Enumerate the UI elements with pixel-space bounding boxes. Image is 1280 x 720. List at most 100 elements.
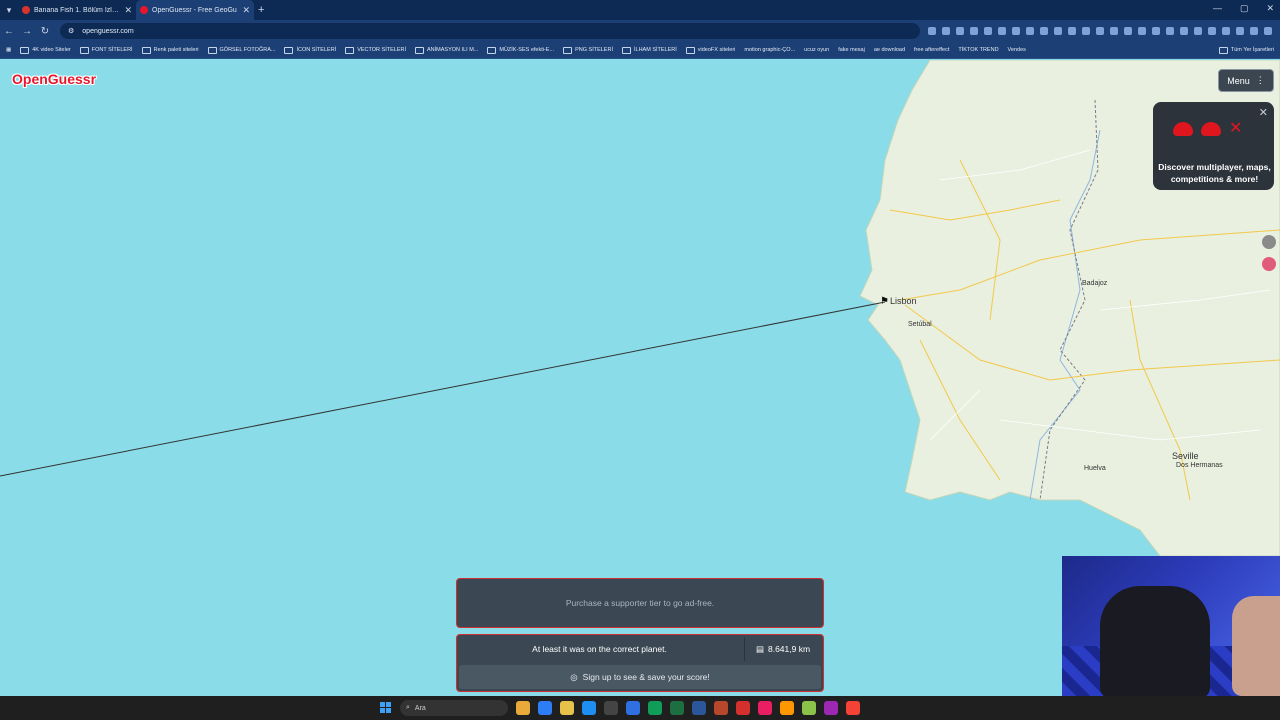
extension-icon[interactable] <box>1040 27 1048 35</box>
taskbar-app-icon[interactable] <box>648 701 662 715</box>
result-message: At least it was on the correct planet. <box>532 644 667 654</box>
close-tab-icon[interactable]: ✕ <box>124 5 132 16</box>
extension-icon[interactable] <box>956 27 964 35</box>
extension-icon[interactable] <box>1110 27 1118 35</box>
extension-icon[interactable] <box>1166 27 1174 35</box>
extension-icon[interactable] <box>1152 27 1160 35</box>
extension-icon[interactable] <box>1082 27 1090 35</box>
bookmark-label: free aftereffect <box>914 47 950 53</box>
new-tab-icon[interactable]: + <box>258 4 264 16</box>
extension-icon[interactable] <box>984 27 992 35</box>
folder-icon <box>487 46 497 54</box>
flag-marker-icon[interactable]: ⚑ <box>880 296 889 307</box>
extension-icon[interactable] <box>928 27 936 35</box>
bookmark-label: İLHAM SİTELERİ <box>633 47 677 53</box>
minimize-icon[interactable]: — <box>1213 3 1222 14</box>
extension-icon[interactable] <box>1124 27 1132 35</box>
taskbar-app-icon[interactable] <box>714 701 728 715</box>
back-icon[interactable]: ← <box>0 26 18 37</box>
taskbar-app-icon[interactable] <box>780 701 794 715</box>
extension-icon[interactable] <box>1096 27 1104 35</box>
ad-free-banner[interactable]: Purchase a supporter tier to go ad-free. <box>456 578 824 628</box>
bookmark-item[interactable]: ae download <box>874 47 905 53</box>
extension-icon[interactable] <box>1236 27 1244 35</box>
bookmark-item[interactable]: free aftereffect <box>914 47 949 53</box>
bookmark-item[interactable]: ANİMASYON ILI M... <box>415 46 478 54</box>
bookmark-item[interactable]: Vendes <box>1008 47 1026 53</box>
bookmark-item[interactable]: İLHAM SİTELERİ <box>621 46 677 54</box>
bookmark-item[interactable]: GÖRSEL FOTOĞRA... <box>207 46 275 54</box>
extension-icon[interactable] <box>1026 27 1034 35</box>
taskbar-app-icon[interactable] <box>736 701 750 715</box>
close-tab-icon[interactable]: ✕ <box>242 5 250 16</box>
extension-icon[interactable] <box>1180 27 1188 35</box>
bookmark-item[interactable]: fake mesaj <box>838 47 865 53</box>
bookmark-item[interactable]: VECTOR SİTELERİ <box>345 46 406 54</box>
apps-grid-icon[interactable]: ▦ <box>6 47 11 53</box>
taskbar-app-icon[interactable] <box>758 701 772 715</box>
taskbar-app-icon[interactable] <box>582 701 596 715</box>
taskbar-app-icon[interactable] <box>560 701 574 715</box>
promo-card[interactable]: ✕ ✕ Discover multiplayer, maps, competit… <box>1153 102 1274 190</box>
extension-icon[interactable] <box>1012 27 1020 35</box>
taskbar-app-icon[interactable] <box>802 701 816 715</box>
extension-icon[interactable] <box>970 27 978 35</box>
bookmark-label: Tüm Yer İşaretleri <box>1230 47 1274 53</box>
user-icon: ◎ <box>570 671 578 682</box>
bookmark-item[interactable]: TİKTOK TREND <box>958 47 998 53</box>
bookmark-label: Renk paleti siteleri <box>153 47 199 53</box>
taskbar-app-icon[interactable] <box>670 701 684 715</box>
extension-icon[interactable] <box>1222 27 1230 35</box>
extension-icon[interactable] <box>1138 27 1146 35</box>
bookmark-item[interactable]: ucuz oyun <box>804 47 829 53</box>
site-info-icon[interactable]: ⚙ <box>68 27 74 35</box>
all-bookmarks[interactable]: Tüm Yer İşaretleri <box>1218 46 1280 54</box>
bookmark-label: MÜZİK-SES efekti-E... <box>499 47 555 53</box>
maximize-icon[interactable]: ▢ <box>1240 3 1249 14</box>
extension-icon[interactable] <box>1208 27 1216 35</box>
extension-icon[interactable] <box>1250 27 1258 35</box>
bookmark-item[interactable]: FONT SİTELERİ <box>79 46 133 54</box>
promo-text: Discover multiplayer, maps, competitions… <box>1158 162 1271 184</box>
extension-icon[interactable] <box>1054 27 1062 35</box>
bookmark-item[interactable]: MÜZİK-SES efekti-E... <box>487 46 555 54</box>
webcam-overlay <box>1062 556 1280 696</box>
result-map[interactable]: Lisbon Seville Dos Hermanas Huelva Badaj… <box>0 60 1280 696</box>
close-window-icon[interactable]: ✕ <box>1266 3 1274 14</box>
taskbar-app-icon[interactable] <box>626 701 640 715</box>
bookmark-item[interactable]: motion graphic-ÇO... <box>744 47 795 53</box>
taskbar-app-icon[interactable] <box>824 701 838 715</box>
forward-icon[interactable]: → <box>18 26 36 37</box>
windows-start-icon[interactable] <box>380 702 391 713</box>
bookmark-item[interactable]: İCON SİTELERİ <box>284 46 336 54</box>
bookmark-label: ae download <box>873 47 906 53</box>
taskbar-app-icon[interactable] <box>516 701 530 715</box>
extension-icon[interactable] <box>1264 27 1272 35</box>
more-vertical-icon: ⋮ <box>1255 75 1265 85</box>
extension-badge-icon[interactable] <box>1262 257 1276 271</box>
tab-list-icon[interactable]: ▾ <box>0 5 18 16</box>
taskbar-search[interactable]: ⌕ Ara <box>400 700 508 716</box>
bookmark-item[interactable]: Renk paleti siteleri <box>141 46 199 54</box>
extension-icon[interactable] <box>942 27 950 35</box>
bookmark-item[interactable]: 4K video Siteler <box>20 46 71 54</box>
taskbar-app-icon[interactable] <box>846 701 860 715</box>
reload-icon[interactable]: ↻ <box>36 26 54 37</box>
taskbar-app-icon[interactable] <box>538 701 552 715</box>
openguessr-logo[interactable]: OpenGuessr <box>12 71 96 87</box>
settings-icon[interactable] <box>1262 235 1276 249</box>
menu-label: Menu <box>1227 75 1250 86</box>
signup-button[interactable]: ◎ Sign up to see & save your score! <box>459 665 821 689</box>
bookmark-item[interactable]: PNG SİTELERİ <box>563 46 613 54</box>
taskbar-app-icon[interactable] <box>692 701 706 715</box>
extension-icon[interactable] <box>998 27 1006 35</box>
address-bar[interactable]: ⚙ openguessr.com <box>60 23 920 39</box>
bookmark-item[interactable]: videoFX siteleri <box>685 46 735 54</box>
extension-icon[interactable] <box>1194 27 1202 35</box>
menu-button[interactable]: Menu ⋮ <box>1218 69 1274 92</box>
browser-tab-2[interactable]: OpenGuessr - Free GeoGu ✕ <box>136 0 254 20</box>
extension-icon[interactable] <box>1068 27 1076 35</box>
taskbar-app-icon[interactable] <box>604 701 618 715</box>
browser-tab-1[interactable]: Banana Fish 1. Bölüm İzle - Ani ✕ <box>18 0 136 20</box>
close-icon[interactable]: ✕ <box>1259 106 1268 119</box>
